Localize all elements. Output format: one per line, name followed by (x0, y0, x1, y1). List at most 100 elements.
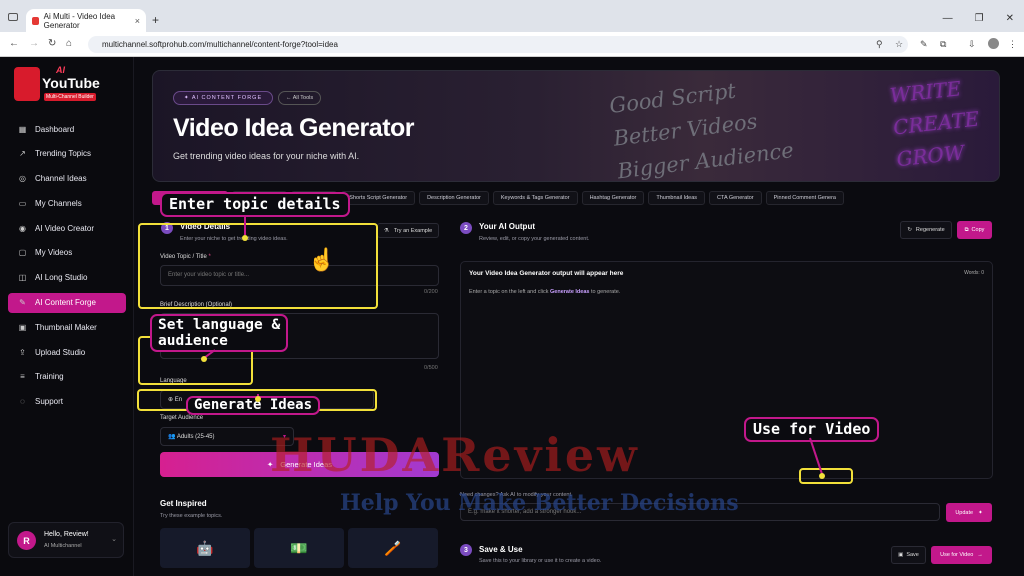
tab-close-icon[interactable]: × (135, 16, 140, 26)
hand-cursor-icon: ☝ (308, 247, 336, 272)
sidebar-item-my-channels[interactable]: ▭ My Channels (8, 193, 126, 213)
save-button[interactable]: ▣ Save (891, 546, 926, 564)
chevron-down-icon[interactable]: ⌄ (111, 535, 117, 543)
tool-tab-cta-generator[interactable]: CTA Generator (709, 191, 762, 205)
sidebar-item-ai-content-forge[interactable]: ✎ AI Content Forge (8, 292, 126, 313)
sidebar-item-label: My Videos (35, 248, 73, 258)
sidebar-item-support[interactable]: ◌ Support (8, 392, 126, 412)
sidebar-item-icon: ▢ (18, 248, 27, 258)
save-icon: ▣ (898, 552, 904, 558)
step-2-badge: 2 (460, 222, 472, 234)
tool-tab-description-generator[interactable]: Description Generator (419, 191, 489, 205)
sidebar-item-my-videos[interactable]: ▢ My Videos (8, 243, 126, 263)
profile-avatar[interactable] (988, 38, 999, 49)
tool-tab-pinned-comment-genera[interactable]: Pinned Comment Genera (765, 191, 844, 205)
step-3-badge: 3 (460, 544, 472, 556)
topic-counter: 0/200 (424, 289, 438, 295)
pen-icon[interactable]: ✎ (920, 39, 928, 50)
sidebar-item-icon: ◉ (19, 223, 26, 233)
try-example-button[interactable]: ⚗ Try an Example (377, 223, 439, 238)
sidebar-item-label: Upload Studio (35, 347, 86, 357)
annotation-box-use (799, 468, 853, 484)
tab-search-icon[interactable] (8, 13, 18, 21)
save-use-title: Save & Use (479, 545, 523, 554)
sidebar-item-ai-video-creator[interactable]: ◉ AI Video Creator (8, 218, 126, 238)
inspire-card-money[interactable]: 💵 (254, 528, 344, 568)
extensions-icon[interactable]: ⧉ (940, 39, 946, 50)
home-icon[interactable]: ⌂ (66, 38, 72, 49)
update-button[interactable]: Update ✦ (946, 503, 992, 522)
menu-kebab-icon[interactable]: ⋮ (1008, 39, 1017, 50)
sidebar-item-label: AI Long Studio (35, 273, 88, 283)
sidebar-item-icon: ▭ (18, 198, 27, 208)
restore-icon[interactable]: ❐ (975, 13, 984, 24)
all-tools-link[interactable]: ← All Tools (278, 91, 322, 105)
sidebar: AI YouTube Multi-Channel Builder ▦ Dashbo… (0, 57, 134, 576)
hero-banner: Good Script Better Videos Bigger Audience … (152, 70, 1000, 182)
users-icon: 👥 (168, 434, 176, 440)
app-logo[interactable]: AI YouTube Multi-Channel Builder (14, 65, 114, 105)
sidebar-item-trending-topics[interactable]: ↗ Trending Topics (8, 144, 126, 164)
sidebar-item-label: Support (35, 397, 64, 407)
regenerate-label: Regenerate (915, 227, 945, 233)
sidebar-item-ai-long-studio[interactable]: ◫ AI Long Studio (8, 268, 126, 288)
tool-tab-shorts-script-generator[interactable]: Shorts Script Generator (341, 191, 416, 205)
sparkle-icon: ✦ (978, 509, 983, 516)
flask-icon: ⚗ (383, 227, 389, 234)
inspire-card-robot[interactable]: 🤖 (160, 528, 250, 568)
sidebar-item-icon: ▦ (18, 124, 27, 134)
annotation-dot-topic (242, 235, 248, 241)
copy-icon: ⧉ (964, 226, 969, 233)
url-field[interactable]: multichannel.softprohub.com/multichannel… (88, 36, 908, 53)
sidebar-item-icon: ◌ (20, 397, 25, 407)
sidebar-item-label: Thumbnail Maker (35, 322, 97, 332)
annotation-label-generate: Generate Ideas (186, 396, 321, 415)
output-hint-bold: Generate Ideas (550, 289, 590, 295)
watermark-tagline: Help You Make Better Decisions (340, 490, 739, 516)
tool-tab-hashtag-generator[interactable]: Hashtag Generator (581, 191, 645, 205)
ai-output-title: Your AI Output (479, 222, 535, 231)
close-window-icon[interactable]: ✕ (1006, 13, 1014, 24)
sidebar-item-upload-studio[interactable]: ⇪ Upload Studio (8, 342, 126, 362)
regenerate-button[interactable]: ↻ Regenerate (900, 221, 952, 239)
sidebar-item-label: Trending Topics (35, 149, 92, 159)
sidebar-item-label: AI Video Creator (35, 223, 94, 233)
back-icon[interactable]: ← (9, 38, 19, 49)
sidebar-item-label: My Channels (35, 198, 82, 208)
try-example-label: Try an Example (393, 227, 433, 234)
annotation-box-topic (138, 223, 378, 309)
logo-subtitle: Multi-Channel Builder (44, 93, 96, 101)
sidebar-item-dashboard[interactable]: ▦ Dashboard (8, 119, 126, 139)
forge-badge: ✦ AI CONTENT FORGE (173, 91, 274, 105)
user-avatar: R (17, 531, 36, 550)
tab-title: Ai Multi - Video Idea Generator (43, 11, 116, 30)
sidebar-item-channel-ideas[interactable]: ◎ Channel Ideas (8, 169, 126, 189)
copy-button[interactable]: ⧉ Copy (957, 221, 992, 239)
description-counter: 0/500 (424, 365, 438, 371)
new-tab-button[interactable]: + (152, 13, 159, 27)
use-for-video-button[interactable]: Use for Video → (931, 546, 992, 564)
user-name: Hello, Review! (44, 531, 89, 538)
tool-tab-thumbnail-ideas[interactable]: Thumbnail Ideas (648, 191, 706, 205)
zoom-icon[interactable]: ⚲ (876, 39, 883, 50)
hero-neon-text: WRITE CREATE GROW (888, 71, 984, 175)
update-label: Update (955, 509, 974, 516)
tool-tab-keywords-tags-generator[interactable]: Keywords & Tags Generator (492, 191, 578, 205)
annotation-dot-use (819, 473, 825, 479)
sidebar-item-training[interactable]: ≡ Training (8, 367, 126, 387)
bookmark-star-icon[interactable]: ☆ (895, 39, 903, 50)
reload-icon[interactable]: ↻ (48, 38, 56, 49)
logo-play-icon (14, 67, 40, 101)
get-inspired-subtitle: Try these example topics. (160, 513, 223, 519)
logo-title: YouTube (42, 75, 100, 91)
inspire-card-toothbrush[interactable]: 🪥 (348, 528, 438, 568)
output-hint-pre: Enter a topic on the left and click (469, 289, 551, 295)
download-icon[interactable]: ⇩ (968, 39, 976, 50)
minimize-icon[interactable]: — (943, 13, 953, 24)
user-card[interactable]: R Hello, Review! AI Multichannel ⌄ (8, 522, 124, 558)
forward-icon[interactable]: → (29, 38, 39, 49)
browser-tab[interactable]: Ai Multi - Video Idea Generator × (26, 9, 146, 32)
sidebar-item-icon: ≡ (20, 372, 25, 382)
sidebar-item-thumbnail-maker[interactable]: ▣ Thumbnail Maker (8, 317, 126, 337)
sidebar-item-icon: ⇪ (19, 347, 26, 357)
